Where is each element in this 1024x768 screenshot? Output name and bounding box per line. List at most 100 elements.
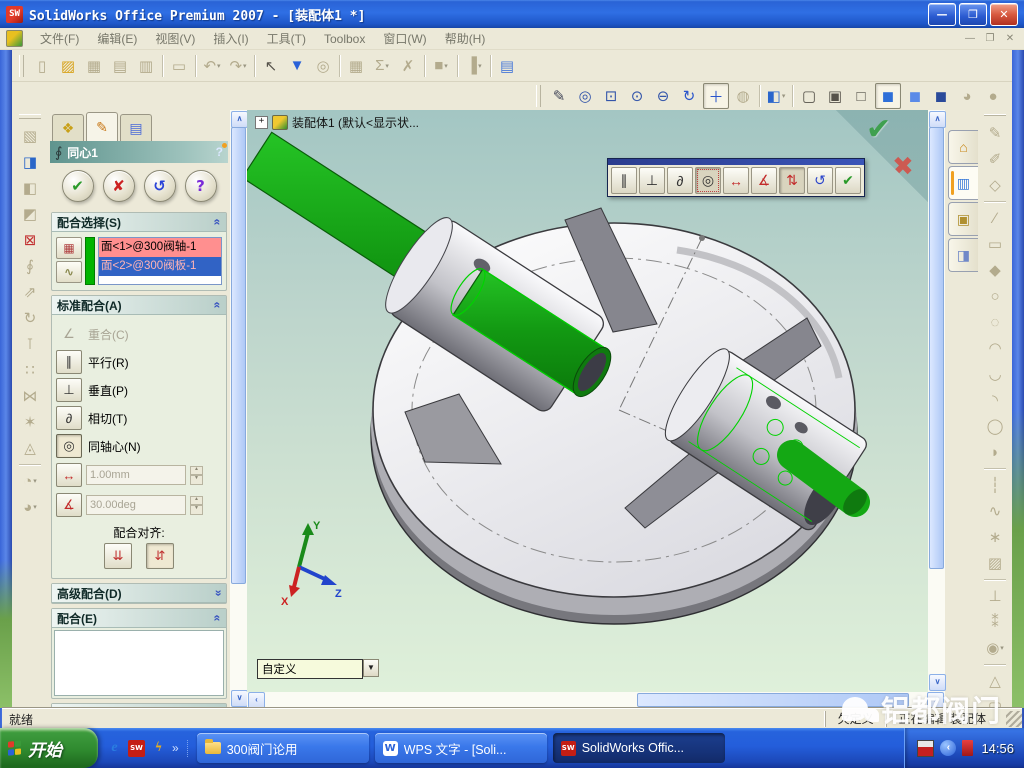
flash-launcher-icon[interactable]: ϟ (150, 740, 167, 757)
standard-mates-header[interactable]: 标准配合(A)« (52, 296, 226, 315)
multiple-mate-mode-icon[interactable]: ▦ (56, 237, 82, 259)
shadows-in-shaded-mode-icon[interactable]: ◼ (929, 84, 953, 108)
close-button[interactable]: ✕ (990, 3, 1018, 26)
sketch-icon[interactable]: ✎ (983, 121, 1007, 145)
mates-header[interactable]: 配合(E)« (52, 609, 226, 628)
solidworks-office-icon[interactable]: ■▾ (429, 54, 453, 78)
wps-task[interactable]: WWPS 文字 - [Soli... (375, 733, 547, 763)
scrollbar-thumb[interactable] (231, 127, 246, 584)
magnified-selection-icon[interactable]: ◎ (311, 54, 335, 78)
design-library-tab[interactable]: ▥ (948, 166, 978, 200)
selection-filter-toggle-icon[interactable]: ▼ (285, 54, 309, 78)
3-point-arc-icon[interactable]: ◝ (983, 388, 1007, 412)
component-pattern-icon[interactable]: ∷ (18, 358, 42, 382)
undo-mate-button[interactable]: ↺ (807, 167, 833, 194)
mdi-restore-button[interactable]: ❐ (982, 33, 998, 44)
rotate-component-icon[interactable]: ↻ (18, 306, 42, 330)
dropdown-arrow-icon[interactable]: ▾ (243, 62, 247, 70)
change-suppression-state-icon[interactable]: ◩ (18, 202, 42, 226)
toolbar-grip[interactable] (19, 114, 41, 119)
rectangle-icon[interactable]: ▭ (983, 232, 1007, 256)
point-icon[interactable]: ∗ (983, 525, 1007, 549)
smart-dimension-icon[interactable]: ◇ (983, 173, 1007, 197)
interference-detection-icon[interactable]: ◬ (18, 436, 42, 460)
solidworks-launcher-icon[interactable]: SW (128, 740, 145, 757)
mate-selection-list[interactable]: 面<1>@300阀轴-1面<2>@300阀板-1 (98, 237, 222, 285)
toolbar-grip[interactable] (984, 114, 1006, 116)
mate-angle-button[interactable]: ∡ (751, 167, 777, 194)
command-manager-icon[interactable]: ▤ (495, 54, 519, 78)
solidworks-resources-tab[interactable]: ⌂ (948, 130, 978, 164)
polygon-icon[interactable]: ◆ (983, 258, 1007, 282)
tangent-icon[interactable]: ∂ (56, 406, 82, 430)
mate-selections-header[interactable]: 配合选择(S)« (52, 213, 226, 232)
mate-distance-button[interactable]: ↔ (723, 167, 749, 194)
mates-list[interactable] (54, 630, 224, 696)
interference-check-icon[interactable]: ✗ (396, 54, 420, 78)
angle-input[interactable] (86, 495, 186, 515)
dropdown-arrow-icon[interactable]: ▾ (1000, 644, 1004, 652)
move-component-icon[interactable]: ⇗ (18, 280, 42, 304)
mate-row-tangent[interactable]: ∂ 相切(T) (56, 404, 222, 432)
sketch-grid-icon[interactable]: ▦ (344, 54, 368, 78)
menu-编辑E[interactable]: 编辑(E) (88, 30, 146, 48)
view-selector-value[interactable]: 自定义 (257, 659, 363, 679)
redo-icon[interactable]: ↷▾ (226, 54, 250, 78)
mate-icon[interactable]: ∮ (18, 254, 42, 278)
feature-manager-tab-icon[interactable]: ❖ (52, 114, 84, 141)
mate-row-parallel[interactable]: ∥ 平行(R) (56, 348, 222, 376)
viewport-hscrollbar[interactable]: ‹ › (247, 692, 945, 708)
distance-input[interactable] (86, 465, 186, 485)
tree-expand-icon[interactable]: + (255, 116, 268, 129)
distance-icon[interactable]: ↔ (56, 463, 82, 487)
dropdown-arrow-icon[interactable]: ▾ (478, 62, 482, 70)
configuration-manager-tab-icon[interactable]: ▤ (120, 114, 152, 141)
simulation-icon[interactable]: ◔▾ (18, 469, 42, 493)
new-document-icon[interactable]: ▯ (30, 54, 54, 78)
perimeter-circle-icon[interactable]: ◌ (983, 310, 1007, 334)
zoom-to-selection-icon[interactable]: ⊖ (651, 84, 675, 108)
make-assembly-from-part-icon[interactable]: ▥ (134, 54, 158, 78)
parallel-icon[interactable]: ∥ (56, 350, 82, 374)
toolbar-grip[interactable] (19, 55, 24, 77)
ellipse-icon[interactable]: ◯ (983, 414, 1007, 438)
centerline-icon[interactable]: ┆ (983, 473, 1007, 497)
mate-row-concentric[interactable]: ◎ 同轴心(N) (56, 432, 222, 460)
section-view-icon[interactable]: ◕ (955, 84, 979, 108)
quick-launch-overflow-icon[interactable]: » (172, 741, 179, 755)
mate-row-perpendicular[interactable]: ⊥ 垂直(P) (56, 376, 222, 404)
tangent-arc-icon[interactable]: ◡ (983, 362, 1007, 386)
standard-views-icon[interactable]: ◧▾ (764, 84, 788, 108)
concentric-icon[interactable]: ◎ (56, 434, 82, 458)
advanced-mates-header[interactable]: 高级配合(D)« (52, 584, 226, 603)
minimize-button[interactable]: — (928, 3, 956, 26)
dropdown-arrow-icon[interactable]: ▾ (33, 503, 37, 511)
scrollbar-thumb[interactable] (637, 693, 909, 707)
print-icon[interactable]: ▭ (167, 54, 191, 78)
centerpoint-arc-icon[interactable]: ◠ (983, 336, 1007, 360)
scroll-left-icon[interactable]: ‹ (248, 692, 265, 709)
dropdown-arrow-icon[interactable]: ▾ (782, 92, 786, 100)
partial-ellipse-icon[interactable]: ◗ (983, 440, 1007, 464)
ok-mate-button[interactable]: ✔ (835, 167, 861, 194)
solidworks-task[interactable]: SWSolidWorks Offic... (553, 733, 725, 763)
confirm-ok-icon[interactable]: ✔ (866, 112, 891, 147)
undo-button[interactable]: ↺ (144, 170, 176, 202)
hidden-lines-removed-icon[interactable]: □ (849, 84, 873, 108)
rotate-view-icon[interactable]: ↻ (677, 84, 701, 108)
dropdown-arrow-icon[interactable]: ▾ (217, 62, 221, 70)
menu-视图V[interactable]: 视图(V) (146, 30, 204, 48)
scroll-up-icon[interactable]: ∧ (231, 111, 248, 128)
tray-media-icon[interactable] (917, 740, 934, 757)
pan-icon[interactable]: ＋ (703, 83, 729, 109)
scroll-down-icon[interactable]: ∨ (929, 674, 946, 691)
toolbar-grip[interactable] (536, 85, 541, 107)
undo-icon[interactable]: ↶▾ (200, 54, 224, 78)
select-icon[interactable]: ↖ (259, 54, 283, 78)
measure-icon[interactable]: Σ▾ (370, 54, 394, 78)
mate-parallel-button[interactable]: ∥ (611, 167, 637, 194)
start-button[interactable]: 开始 (0, 728, 98, 768)
pm-help-icon[interactable]: ? (216, 145, 223, 159)
view-orientation-icon[interactable]: ✎ (547, 84, 571, 108)
circle-icon[interactable]: ○ (983, 284, 1007, 308)
